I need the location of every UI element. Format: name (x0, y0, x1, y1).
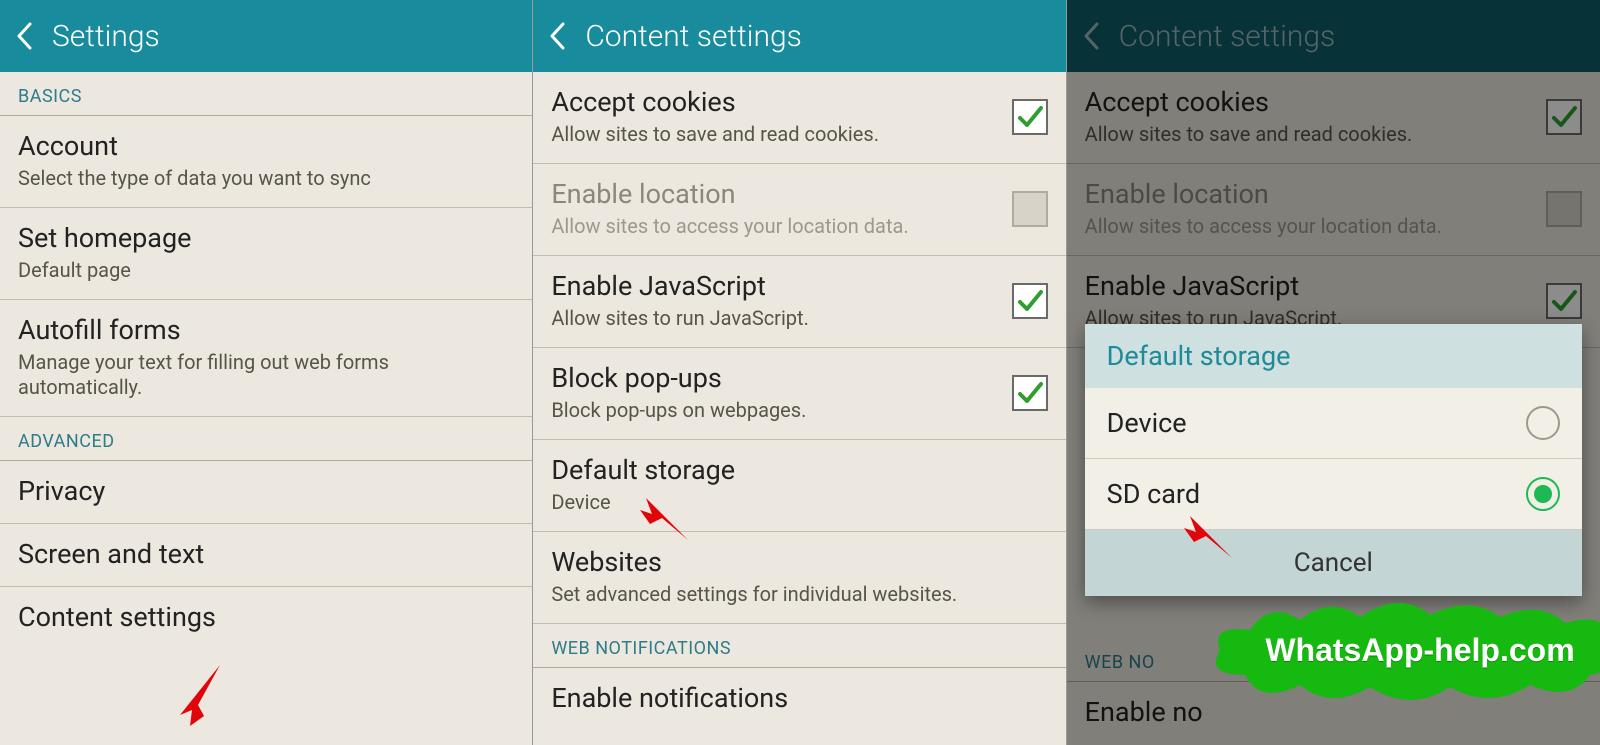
pane-settings: Settings BASICS Account Select the type … (0, 0, 533, 745)
header-bar: Content settings (533, 0, 1065, 72)
checkbox-checked-icon[interactable] (1012, 283, 1048, 319)
item-privacy[interactable]: Privacy (0, 461, 532, 524)
item-content-settings[interactable]: Content settings (0, 587, 532, 649)
item-subtitle: Allow sites to access your location data… (551, 214, 1001, 239)
section-web-notifications: WEB NOTIFICATIONS (533, 624, 1065, 668)
header-bar: Settings (0, 0, 532, 72)
back-icon[interactable] (545, 23, 571, 49)
item-websites[interactable]: Websites Set advanced settings for indiv… (533, 532, 1065, 624)
item-accept-cookies[interactable]: Accept cookies Allow sites to save and r… (533, 72, 1065, 164)
dialog-title: Default storage (1085, 324, 1582, 388)
item-title: Accept cookies (551, 86, 1001, 118)
item-subtitle: Manage your text for filling out web for… (18, 350, 514, 400)
item-block-popups[interactable]: Block pop-ups Block pop-ups on webpages. (533, 348, 1065, 440)
item-title: Screen and text (18, 538, 514, 570)
option-label: SD card (1107, 478, 1526, 510)
item-title: Websites (551, 546, 1047, 578)
checkbox-checked-icon[interactable] (1012, 99, 1048, 135)
item-set-homepage[interactable]: Set homepage Default page (0, 208, 532, 300)
radio-unchecked-icon[interactable] (1526, 406, 1560, 440)
pane-content-settings: Content settings Accept cookies Allow si… (533, 0, 1066, 745)
dialog-cancel-button[interactable]: Cancel (1085, 530, 1582, 596)
item-subtitle: Allow sites to save and read cookies. (551, 122, 1001, 147)
item-subtitle: Allow sites to run JavaScript. (551, 306, 1001, 331)
back-icon[interactable] (12, 23, 38, 49)
radio-checked-icon[interactable] (1526, 477, 1560, 511)
item-enable-javascript[interactable]: Enable JavaScript Allow sites to run Jav… (533, 256, 1065, 348)
item-title: Privacy (18, 475, 514, 507)
item-subtitle: Default page (18, 258, 514, 283)
item-title: Enable notifications (551, 682, 1047, 714)
item-enable-notifications[interactable]: Enable notifications (533, 668, 1065, 730)
item-subtitle: Select the type of data you want to sync (18, 166, 514, 191)
section-basics: BASICS (0, 72, 532, 116)
checkbox-unchecked-icon (1012, 191, 1048, 227)
item-subtitle: Block pop-ups on webpages. (551, 398, 1001, 423)
item-subtitle: Device (551, 490, 1047, 515)
option-label: Device (1107, 407, 1526, 439)
header-title: Settings (52, 19, 160, 54)
item-enable-location: Enable location Allow sites to access yo… (533, 164, 1065, 256)
section-advanced: ADVANCED (0, 417, 532, 461)
item-subtitle: Set advanced settings for individual web… (551, 582, 1047, 607)
item-title: Autofill forms (18, 314, 514, 346)
header-title: Content settings (585, 19, 802, 54)
dialog-option-device[interactable]: Device (1085, 388, 1582, 459)
item-title: Set homepage (18, 222, 514, 254)
item-default-storage[interactable]: Default storage Device (533, 440, 1065, 532)
item-title: Content settings (18, 601, 514, 633)
dialog-default-storage: Default storage Device SD card Cancel (1085, 324, 1582, 596)
item-account[interactable]: Account Select the type of data you want… (0, 116, 532, 208)
item-title: Block pop-ups (551, 362, 1001, 394)
checkbox-checked-icon[interactable] (1012, 375, 1048, 411)
annotation-arrow-icon (170, 660, 230, 730)
pane-content-settings-dialog: Content settings Accept cookies Allow si… (1067, 0, 1600, 745)
item-title: Account (18, 130, 514, 162)
item-screen-and-text[interactable]: Screen and text (0, 524, 532, 587)
item-title: Enable JavaScript (551, 270, 1001, 302)
item-autofill-forms[interactable]: Autofill forms Manage your text for fill… (0, 300, 532, 417)
dialog-option-sd-card[interactable]: SD card (1085, 459, 1582, 530)
item-title: Default storage (551, 454, 1047, 486)
item-title: Enable location (551, 178, 1001, 210)
